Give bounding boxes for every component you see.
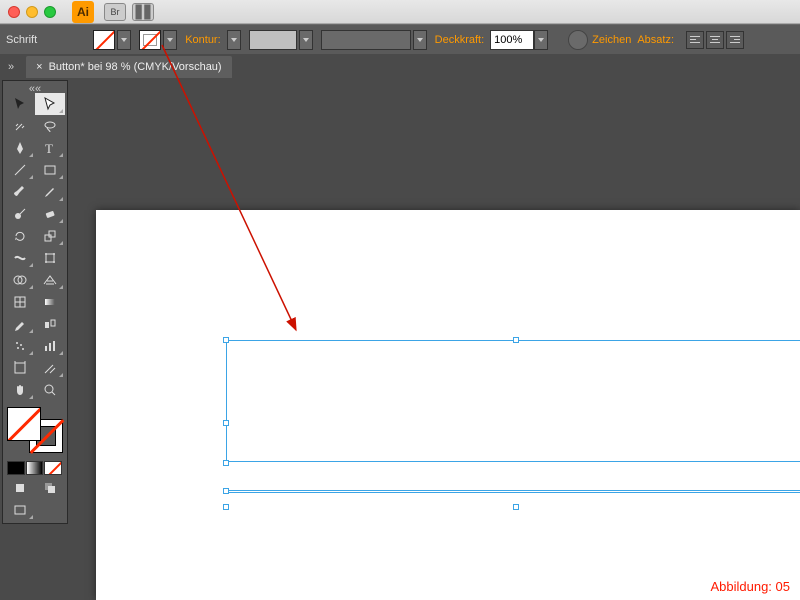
pencil-tool[interactable] xyxy=(35,181,65,203)
hand-tool[interactable] xyxy=(5,379,35,401)
selection-handle[interactable] xyxy=(223,420,229,426)
line-tool[interactable] xyxy=(5,159,35,181)
zoom-window-button[interactable] xyxy=(44,6,56,18)
rectangle-tool[interactable] xyxy=(35,159,65,181)
color-mode-button[interactable] xyxy=(7,461,25,475)
mesh-tool[interactable] xyxy=(5,291,35,313)
perspective-grid-tool[interactable] xyxy=(35,269,65,291)
stroke-profile-dropdown[interactable] xyxy=(299,30,313,50)
selection-handle[interactable] xyxy=(513,504,519,510)
selection-handle[interactable] xyxy=(513,337,519,343)
blob-brush-tool[interactable] xyxy=(5,203,35,225)
tools-panel: «« T xyxy=(2,80,68,524)
selection-handle[interactable] xyxy=(223,460,229,466)
control-bar: Schrift Kontur: Deckkraft: 100% Zeichen … xyxy=(0,24,800,54)
blend-tool[interactable] xyxy=(35,313,65,335)
scale-tool[interactable] xyxy=(35,225,65,247)
magic-wand-tool[interactable] xyxy=(5,115,35,137)
opacity-field[interactable]: 100% xyxy=(490,30,534,50)
document-tab[interactable]: × Button* bei 98 % (CMYK/Vorschau) xyxy=(26,56,231,78)
stroke-weight-stepper[interactable] xyxy=(227,30,241,50)
traffic-lights xyxy=(8,6,56,18)
extra-tool[interactable] xyxy=(35,499,65,521)
fill-dropdown[interactable] xyxy=(117,30,131,50)
deckkraft-label[interactable]: Deckkraft: xyxy=(435,34,485,46)
zoom-tool[interactable] xyxy=(35,379,65,401)
align-right-button[interactable] xyxy=(726,31,744,49)
close-window-button[interactable] xyxy=(8,6,20,18)
slice-tool[interactable] xyxy=(35,357,65,379)
selection-tool[interactable] xyxy=(5,93,35,115)
window-titlebar: Ai Br xyxy=(0,0,800,24)
eraser-tool[interactable] xyxy=(35,203,65,225)
type-tool[interactable]: T xyxy=(35,137,65,159)
document-tab-title: Button* bei 98 % (CMYK/Vorschau) xyxy=(49,61,222,73)
shape-builder-tool[interactable] xyxy=(5,269,35,291)
free-transform-tool[interactable] xyxy=(35,247,65,269)
artboard-tool[interactable] xyxy=(5,357,35,379)
document-tabbar: » × Button* bei 98 % (CMYK/Vorschau) xyxy=(0,54,800,80)
selected-object-2[interactable] xyxy=(226,490,800,493)
stroke-swatch[interactable] xyxy=(139,30,161,50)
arrange-documents-button[interactable] xyxy=(132,3,154,21)
align-center-button[interactable] xyxy=(706,31,724,49)
fill-swatch[interactable] xyxy=(93,30,115,50)
canvas-area[interactable]: Abbildung: 05 xyxy=(76,80,800,600)
symbol-sprayer-tool[interactable] xyxy=(5,335,35,357)
column-graph-tool[interactable] xyxy=(35,335,65,357)
stroke-weight-field[interactable] xyxy=(249,30,297,50)
brush-definition-field[interactable] xyxy=(321,30,411,50)
close-tab-icon[interactable]: × xyxy=(36,61,42,73)
selection-handle[interactable] xyxy=(223,488,229,494)
eyedropper-tool[interactable] xyxy=(5,313,35,335)
svg-text:T: T xyxy=(45,141,53,156)
kontur-label[interactable]: Kontur: xyxy=(185,34,220,46)
zeichen-label[interactable]: Zeichen xyxy=(592,34,631,46)
draw-behind-button[interactable] xyxy=(35,477,65,499)
app-icon: Ai xyxy=(72,1,94,23)
rotate-tool[interactable] xyxy=(5,225,35,247)
opacity-dropdown[interactable] xyxy=(534,30,548,50)
pen-tool[interactable] xyxy=(5,137,35,159)
recolor-artwork-button[interactable] xyxy=(568,30,588,50)
minimize-window-button[interactable] xyxy=(26,6,38,18)
stroke-dropdown[interactable] xyxy=(163,30,177,50)
draw-normal-button[interactable] xyxy=(5,477,35,499)
width-tool[interactable] xyxy=(5,247,35,269)
bridge-button[interactable]: Br xyxy=(104,3,126,21)
selection-handle[interactable] xyxy=(223,504,229,510)
schrift-label: Schrift xyxy=(6,34,37,46)
screen-mode-button[interactable] xyxy=(5,499,35,521)
none-mode-button[interactable] xyxy=(44,461,62,475)
paragraph-align-group xyxy=(684,31,744,49)
artboard[interactable]: Abbildung: 05 xyxy=(96,210,800,600)
absatz-label[interactable]: Absatz: xyxy=(637,34,674,46)
gradient-tool[interactable] xyxy=(35,291,65,313)
align-left-button[interactable] xyxy=(686,31,704,49)
fill-stroke-indicator[interactable] xyxy=(5,405,65,455)
brush-dropdown[interactable] xyxy=(413,30,427,50)
lasso-tool[interactable] xyxy=(35,115,65,137)
paintbrush-tool[interactable] xyxy=(5,181,35,203)
selection-handle[interactable] xyxy=(223,337,229,343)
gradient-mode-button[interactable] xyxy=(26,461,44,475)
direct-selection-tool[interactable] xyxy=(35,93,65,115)
panel-grip-icon[interactable]: «« xyxy=(5,83,65,93)
figure-caption: Abbildung: 05 xyxy=(710,579,790,594)
selected-object-1[interactable] xyxy=(226,340,800,462)
panel-toggle-icon[interactable]: » xyxy=(8,61,14,73)
fill-indicator[interactable] xyxy=(7,407,41,441)
